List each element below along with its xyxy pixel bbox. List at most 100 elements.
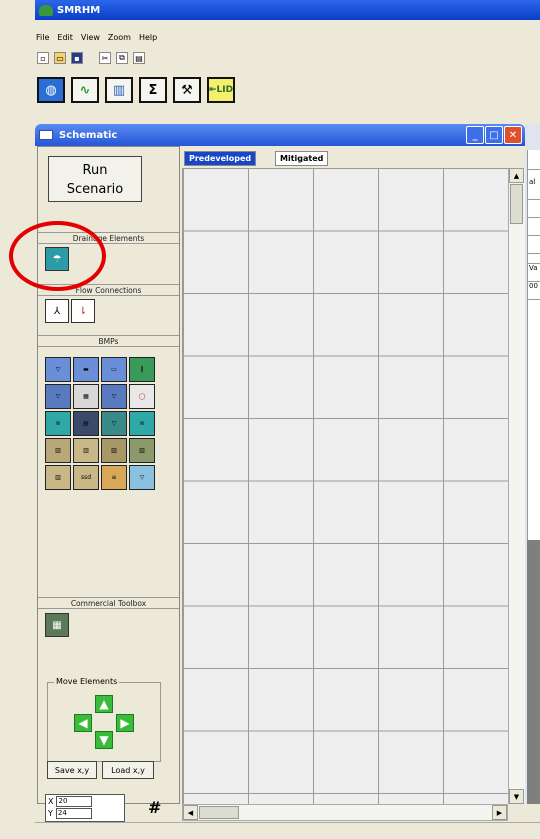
cistern-icon[interactable]: ▥ — [129, 438, 155, 463]
scroll-right-icon[interactable]: ▶ — [492, 805, 507, 820]
new-file-icon[interactable]: ▫ — [37, 52, 49, 64]
bar-chart-icon[interactable]: ▥ — [105, 77, 133, 103]
wetland-icon[interactable]: ▥ — [101, 438, 127, 463]
ssd-table-icon[interactable]: ssd — [73, 465, 99, 490]
menu-view[interactable]: View — [80, 33, 101, 42]
move-elements-label: Move Elements — [54, 677, 120, 686]
app-title-bar: SMRHM — [35, 0, 540, 20]
summation-icon[interactable]: Σ — [139, 77, 167, 103]
open-folder-icon[interactable]: ▭ — [54, 52, 66, 64]
highlight-circle — [9, 221, 106, 291]
scroll-down-icon[interactable]: ▼ — [509, 789, 524, 804]
tools-icon[interactable]: ⚒ — [173, 77, 201, 103]
gravel-trench-icon[interactable]: ▦ — [73, 384, 99, 409]
window-icon — [39, 130, 53, 140]
irregular-pond-icon[interactable]: ◯ — [129, 384, 155, 409]
flow-connection-icon[interactable]: ⇂ — [71, 299, 95, 323]
y-value-field[interactable]: 24 — [55, 807, 92, 819]
porous-pavement-icon[interactable]: ▤ — [73, 411, 99, 436]
dry-well-icon[interactable]: ▥ — [45, 438, 71, 463]
smrhm-app-icon — [39, 4, 53, 16]
copy-icon[interactable]: ⧉ — [116, 52, 128, 64]
horizontal-scroll-thumb[interactable] — [199, 806, 239, 819]
vertical-scroll-thumb[interactable] — [510, 184, 523, 224]
move-left-arrow-icon[interactable]: ◀ — [74, 714, 92, 732]
y-row: Y 24 — [46, 807, 124, 819]
run-label-2: Scenario — [66, 182, 124, 197]
flow-split-icon[interactable]: ⅄ — [45, 299, 69, 323]
trapezoidal-channel-icon[interactable]: ▽ — [45, 384, 71, 409]
menu-help[interactable]: Help — [138, 33, 158, 42]
rp-cell[interactable] — [528, 254, 540, 264]
horizontal-scrollbar[interactable]: ◀ ▶ — [182, 804, 508, 821]
scroll-up-icon[interactable]: ▲ — [509, 168, 524, 183]
tab-mitigated[interactable]: Mitigated — [275, 151, 329, 166]
menu-edit[interactable]: Edit — [56, 33, 74, 42]
paste-icon[interactable]: ▤ — [133, 52, 145, 64]
vault-icon[interactable]: ▬ — [73, 357, 99, 382]
coordinate-readout: X 20 Y 24 — [45, 794, 125, 822]
layered-media-icon[interactable]: ≡ — [101, 465, 127, 490]
rp-cell[interactable] — [528, 218, 540, 236]
vertical-scrollbar[interactable]: ▲ ▼ — [508, 168, 525, 804]
save-xy-button[interactable]: Save x,y — [47, 761, 97, 779]
save-icon[interactable]: ▪ — [71, 52, 83, 64]
lid-icon[interactable]: ⇤LID — [207, 77, 235, 103]
rp-cell[interactable] — [528, 200, 540, 218]
maximize-icon[interactable]: □ — [485, 126, 503, 144]
right-properties-panel: al Va 00 — [527, 150, 540, 540]
green-roof-icon[interactable]: ≋ — [129, 411, 155, 436]
schematic-window-title: Schematic _ □ ✕ — [35, 124, 525, 146]
move-right-arrow-icon[interactable]: ▶ — [116, 714, 134, 732]
channel-icon[interactable]: ‖ — [129, 357, 155, 382]
load-xy-button[interactable]: Load x,y — [102, 761, 154, 779]
hydrograph-icon[interactable]: ∿ — [71, 77, 99, 103]
menu-zoom[interactable]: Zoom — [107, 33, 132, 42]
bmp-grid: ▽ ▬ ▭ ‖ ▽ ▦ ▽ ◯ ≋ ▤ ▽ ≋ ▥ ▥ ▥ ▥ ▥ ssd ≡ … — [45, 357, 155, 490]
schematic-grid[interactable] — [182, 168, 508, 804]
right-gray-area — [527, 540, 540, 804]
sand-filter-icon[interactable]: ▥ — [73, 438, 99, 463]
x-row: X 20 — [46, 795, 124, 807]
x-label: X — [48, 796, 54, 806]
move-down-arrow-icon[interactable]: ▼ — [95, 731, 113, 749]
grid-toggle-button[interactable]: # — [148, 798, 161, 817]
media-filter-icon[interactable]: ▥ — [45, 465, 71, 490]
move-up-arrow-icon[interactable]: ▲ — [95, 695, 113, 713]
schematic-title: Schematic — [59, 129, 118, 141]
bioretention-icon[interactable]: ≋ — [45, 411, 71, 436]
rp-cell — [528, 150, 540, 170]
commercial-toolbox-header: Commercial Toolbox — [38, 597, 179, 609]
bmps-header: BMPs — [38, 335, 179, 347]
tank-icon[interactable]: ▭ — [101, 357, 127, 382]
scroll-left-icon[interactable]: ◀ — [183, 805, 198, 820]
status-bar — [35, 822, 540, 839]
y-label: Y — [48, 808, 53, 818]
window-controls: _ □ ✕ — [466, 126, 522, 144]
ditch-icon[interactable]: ▽ — [129, 465, 155, 490]
run-label-1: Run — [82, 163, 108, 178]
move-elements-group: Move Elements ▲ ◀ ▶ ▼ — [47, 677, 161, 762]
commercial-toolbox-icon[interactable]: ▦ — [45, 613, 69, 637]
run-scenario-button[interactable]: Run Scenario — [48, 156, 142, 202]
trapezoidal-pond-icon[interactable]: ▽ — [45, 357, 71, 382]
tab-predeveloped[interactable]: Predeveloped — [184, 151, 257, 166]
close-icon[interactable]: ✕ — [504, 126, 522, 144]
app-title: SMRHM — [57, 4, 101, 16]
infiltration-pond-icon[interactable]: ▽ — [101, 384, 127, 409]
module-toolbar: ◍ ∿ ▥ Σ ⚒ ⇤LID — [37, 77, 235, 103]
rp-cell[interactable]: Va — [528, 264, 540, 282]
globe-icon[interactable]: ◍ — [37, 77, 65, 103]
rp-cell: al — [528, 170, 540, 200]
minimize-icon[interactable]: _ — [466, 126, 484, 144]
rp-cell[interactable] — [528, 236, 540, 254]
menu-bar: File Edit View Zoom Help — [35, 33, 158, 42]
swale-icon[interactable]: ▽ — [101, 411, 127, 436]
rp-cell[interactable]: 00 — [528, 282, 540, 300]
cut-icon[interactable]: ✂ — [99, 52, 111, 64]
schematic-toolbox-panel: Run Scenario Drainage Elements ☂ Flow Co… — [9, 146, 180, 804]
x-value-field[interactable]: 20 — [56, 795, 93, 807]
menu-file[interactable]: File — [35, 33, 50, 42]
standard-toolbar: ▫ ▭ ▪ ✂ ⧉ ▤ — [37, 52, 145, 64]
